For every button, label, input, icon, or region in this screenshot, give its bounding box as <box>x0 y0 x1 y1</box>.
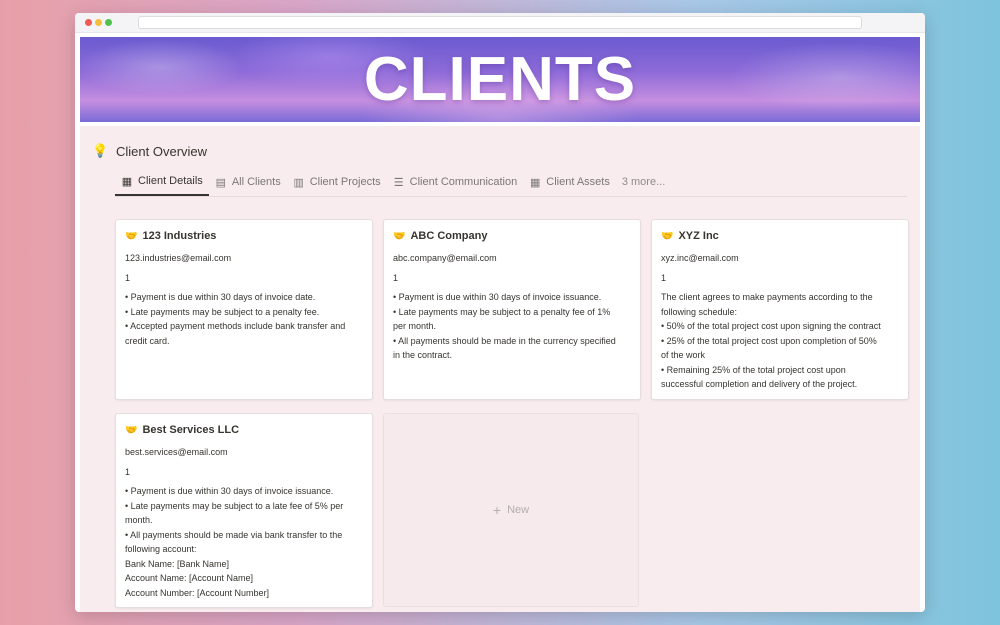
terms-line: Bank Name: [Bank Name] <box>125 558 230 569</box>
tab-label: All Clients <box>231 176 281 188</box>
card-header: 🤝 Best Services LLC <box>125 423 363 437</box>
terms-line: The client agrees to make payments accor… <box>661 292 873 302</box>
client-number: 1 <box>393 273 399 283</box>
handshake-icon: 🤝 <box>125 424 138 436</box>
handshake-icon: 🤝 <box>393 230 406 242</box>
terms-line: successful completion and delivery of th… <box>661 379 858 389</box>
browser-window: CLIENTS 💡 Client Overview ▦ Client Detai… <box>75 13 925 612</box>
client-number: 1 <box>661 273 667 283</box>
terms-line: • All payments should be made in the cur… <box>393 335 616 346</box>
card-header: 🤝 123 Industries <box>125 229 363 243</box>
terms-line: • 25% of the total project cost upon com… <box>661 335 877 346</box>
payment-terms: • Payment is due within 30 days of invoi… <box>393 290 631 363</box>
new-card-label: New <box>507 504 530 516</box>
terms-line: • 50% of the total project cost upon sig… <box>661 321 881 331</box>
client-email: xyz.inc@email.com <box>661 253 739 263</box>
tab-label: Client Communication <box>409 176 518 188</box>
gallery-icon: ▦ <box>530 176 541 189</box>
close-window-button[interactable] <box>85 19 92 26</box>
terms-line: • Accepted payment methods include bank … <box>125 321 346 331</box>
minimize-window-button[interactable] <box>95 19 102 26</box>
handshake-icon: 🤝 <box>661 230 674 242</box>
tab-label: Client Details <box>138 175 203 187</box>
client-email: abc.company@email.com <box>393 253 497 263</box>
tab-all-clients[interactable]: ▤ All Clients <box>209 168 287 196</box>
client-number: 1 <box>125 273 131 283</box>
page-title: CLIENTS <box>363 45 637 114</box>
tab-client-details[interactable]: ▦ Client Details <box>115 168 209 196</box>
table-icon: ▤ <box>215 176 227 189</box>
terms-line: following schedule: <box>661 306 738 317</box>
more-tabs-button[interactable]: 3 more... <box>616 168 671 196</box>
client-name: XYZ Inc <box>678 230 719 242</box>
gallery-icon: ▦ <box>121 175 133 188</box>
board-icon: ▥ <box>293 176 304 189</box>
overview-title[interactable]: Client Overview <box>116 144 207 159</box>
payment-terms: • Payment is due within 30 days of invoi… <box>125 290 363 348</box>
cover-banner: CLIENTS <box>80 37 920 122</box>
tab-client-assets[interactable]: ▦ Client Assets <box>523 168 616 196</box>
terms-line: • Payment is due within 30 days of invoi… <box>125 292 316 302</box>
title-bar <box>75 13 925 33</box>
tab-label: Client Assets <box>546 176 610 188</box>
plus-icon: + <box>492 502 502 518</box>
terms-line: of the work <box>661 350 706 360</box>
tab-client-projects[interactable]: ▥ Client Projects <box>287 168 387 196</box>
address-bar[interactable] <box>138 16 862 29</box>
payment-terms: The client agrees to make payments accor… <box>661 290 899 392</box>
client-name: 123 Industries <box>142 230 217 242</box>
payment-terms: • Payment is due within 30 days of invoi… <box>125 484 363 600</box>
card-header: 🤝 ABC Company <box>393 229 631 243</box>
client-name: ABC Company <box>410 230 488 242</box>
terms-line: per month. <box>393 321 437 331</box>
terms-line: Account Name: [Account Name] <box>125 573 254 583</box>
terms-line: • Remaining 25% of the total project cos… <box>661 364 846 375</box>
lightbulb-icon: 💡 <box>92 143 109 158</box>
terms-line: • Late payments may be subject to a pena… <box>393 306 611 317</box>
tab-client-communication[interactable]: ☰ Client Communication <box>387 168 524 196</box>
page-content: 💡 Client Overview ▦ Client Details ▤ All… <box>80 126 920 612</box>
client-name: Best Services LLC <box>142 424 240 436</box>
client-card[interactable]: 🤝 XYZ Inc xyz.inc@email.com 1 The client… <box>651 219 909 400</box>
terms-line: credit card. <box>125 335 170 346</box>
terms-line: • Late payments may be subject to a pena… <box>125 306 320 317</box>
terms-line: following account: <box>125 544 197 554</box>
client-email: best.services@email.com <box>125 447 228 457</box>
client-card[interactable]: 🤝 Best Services LLC best.services@email.… <box>115 413 373 608</box>
terms-line: • Payment is due within 30 days of invoi… <box>125 486 334 496</box>
terms-line: in the contract. <box>393 350 453 360</box>
view-tabs: ▦ Client Details ▤ All Clients ▥ Client … <box>115 169 907 197</box>
terms-line: • Payment is due within 30 days of invoi… <box>393 292 602 302</box>
terms-line: Account Number: [Account Number] <box>125 587 270 598</box>
client-number: 1 <box>125 467 131 477</box>
maximize-window-button[interactable] <box>105 19 112 26</box>
client-email: 123.industries@email.com <box>125 253 232 263</box>
tab-label: Client Projects <box>309 176 381 188</box>
client-card[interactable]: 🤝 123 Industries 123.industries@email.co… <box>115 219 373 400</box>
list-icon: ☰ <box>393 176 404 189</box>
card-header: 🤝 XYZ Inc <box>661 229 899 243</box>
terms-line: • Late payments may be subject to a late… <box>125 500 344 511</box>
client-card[interactable]: 🤝 ABC Company abc.company@email.com 1 • … <box>383 219 641 400</box>
handshake-icon: 🤝 <box>125 230 138 242</box>
new-card-button[interactable]: + New <box>383 413 639 607</box>
overview-header: 💡 Client Overview <box>92 142 207 160</box>
terms-line: • All payments should be made via bank t… <box>125 529 343 540</box>
terms-line: month. <box>125 515 153 525</box>
